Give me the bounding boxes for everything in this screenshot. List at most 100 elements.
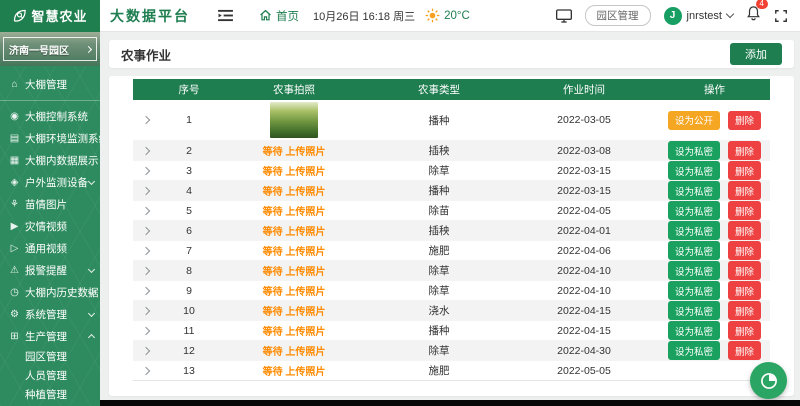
row-expand-toggle[interactable] xyxy=(133,261,159,281)
floating-action-button[interactable] xyxy=(750,362,787,399)
row-expand-toggle[interactable] xyxy=(133,301,159,321)
seedling-icon: ⚘ xyxy=(8,199,21,210)
row-work-type: 施肥 xyxy=(369,361,509,381)
row-photo-cell: 等待 上传照片 xyxy=(219,241,369,261)
table-row: 11等待 上传照片播种2022-04-15设为私密删除 xyxy=(133,321,770,341)
avatar: J xyxy=(664,7,682,25)
row-expand-toggle[interactable] xyxy=(133,281,159,301)
row-photo-cell: 等待 上传照片 xyxy=(219,181,369,201)
set-private-button[interactable]: 设为私密 xyxy=(668,221,720,240)
delete-button[interactable]: 删除 xyxy=(728,261,761,280)
sun-icon xyxy=(425,8,440,23)
sidebar-item[interactable]: ⚠报警提醒 xyxy=(0,259,100,281)
row-work-date: 2022-05-05 xyxy=(509,361,659,381)
park-manage-button[interactable]: 园区管理 xyxy=(585,5,651,26)
delete-button[interactable]: 删除 xyxy=(728,321,761,340)
row-expand-toggle[interactable] xyxy=(133,341,159,361)
farm-photo-thumbnail[interactable] xyxy=(270,102,318,138)
set-private-button[interactable]: 设为私密 xyxy=(668,201,720,220)
set-public-button[interactable]: 设为公开 xyxy=(668,111,720,130)
col-photo: 农事拍照 xyxy=(219,79,369,100)
row-expand-toggle[interactable] xyxy=(133,321,159,341)
delete-button[interactable]: 删除 xyxy=(728,161,761,180)
awaiting-upload-label: 等待 上传照片 xyxy=(263,227,326,238)
delete-button[interactable]: 删除 xyxy=(728,111,761,130)
fullscreen-icon[interactable] xyxy=(774,9,788,23)
sidebar-item[interactable]: ⊞生产管理 xyxy=(0,325,100,347)
set-private-button[interactable]: 设为私密 xyxy=(668,141,720,160)
delete-button[interactable]: 删除 xyxy=(728,181,761,200)
delete-button[interactable]: 删除 xyxy=(728,201,761,220)
awaiting-upload-label: 等待 上传照片 xyxy=(263,347,326,358)
delete-button[interactable]: 删除 xyxy=(728,341,761,360)
leaf-search-icon xyxy=(12,8,27,23)
row-work-date: 2022-04-15 xyxy=(509,301,659,321)
row-actions-cell: 设为私密删除 xyxy=(659,161,770,181)
chevron-right-icon xyxy=(142,306,150,314)
device-icon: ◈ xyxy=(8,177,21,188)
park-selector[interactable]: 济南一号园区 xyxy=(0,32,100,66)
delete-button[interactable]: 删除 xyxy=(728,281,761,300)
sidebar-item[interactable]: ▦大棚内数据展示 xyxy=(0,149,100,171)
add-button[interactable]: 添加 xyxy=(730,43,782,65)
nav-datetime: 10月26日 16:18 周三 xyxy=(313,8,415,24)
row-expand-toggle[interactable] xyxy=(133,100,159,141)
delete-button[interactable]: 删除 xyxy=(728,221,761,240)
awaiting-upload-label: 等待 上传照片 xyxy=(263,367,326,378)
sidebar-item[interactable]: ⌂大棚管理 xyxy=(0,71,100,97)
row-index: 8 xyxy=(159,261,219,281)
sidebar-item-label: 系统管理 xyxy=(25,307,67,322)
sidebar-collapse-icon[interactable] xyxy=(218,9,233,22)
chevron-right-icon xyxy=(142,116,150,124)
sidebar-item[interactable]: ▤大棚环境监测系统 xyxy=(0,127,100,149)
row-work-type: 播种 xyxy=(369,100,509,141)
sidebar-item-label: 灾情视频 xyxy=(25,219,67,234)
row-expand-toggle[interactable] xyxy=(133,201,159,221)
nav-home[interactable]: 首页 xyxy=(259,8,299,24)
row-index: 13 xyxy=(159,361,219,381)
row-expand-toggle[interactable] xyxy=(133,141,159,161)
delete-button[interactable]: 删除 xyxy=(728,241,761,260)
awaiting-upload-label: 等待 上传照片 xyxy=(263,207,326,218)
sidebar-item[interactable]: ◈户外监测设备 xyxy=(0,171,100,193)
sidebar-item[interactable]: ▶灾情视频 xyxy=(0,215,100,237)
set-private-button[interactable]: 设为私密 xyxy=(668,301,720,320)
chevron-right-icon xyxy=(142,166,150,174)
sidebar-item[interactable]: ◷大棚内历史数据 xyxy=(0,281,100,303)
chevron-right-icon xyxy=(142,146,150,154)
set-private-button[interactable]: 设为私密 xyxy=(668,321,720,340)
row-photo-cell: 等待 上传照片 xyxy=(219,341,369,361)
row-expand-toggle[interactable] xyxy=(133,241,159,261)
row-work-type: 除草 xyxy=(369,341,509,361)
row-expand-toggle[interactable] xyxy=(133,221,159,241)
screen-icon[interactable] xyxy=(556,9,572,23)
set-private-button[interactable]: 设为私密 xyxy=(668,181,720,200)
chevron-right-icon xyxy=(142,366,150,374)
row-expand-toggle[interactable] xyxy=(133,361,159,381)
sidebar-subitem[interactable]: 人员管理 xyxy=(0,366,100,385)
sidebar-item[interactable]: ⚘苗情图片 xyxy=(0,193,100,215)
set-private-button[interactable]: 设为私密 xyxy=(668,241,720,260)
row-index: 1 xyxy=(159,100,219,141)
delete-button[interactable]: 删除 xyxy=(728,301,761,320)
notifications-button[interactable]: 4 xyxy=(746,5,761,26)
row-photo-cell xyxy=(219,100,369,141)
user-menu[interactable]: J jnrstest xyxy=(664,7,733,25)
set-private-button[interactable]: 设为私密 xyxy=(668,161,720,180)
set-private-button[interactable]: 设为私密 xyxy=(668,261,720,280)
row-work-type: 播种 xyxy=(369,321,509,341)
row-index: 6 xyxy=(159,221,219,241)
row-expand-toggle[interactable] xyxy=(133,161,159,181)
sidebar-item[interactable]: ◉大棚控制系统 xyxy=(0,105,100,127)
sidebar-subitem[interactable]: 园区管理 xyxy=(0,347,100,366)
set-private-button[interactable]: 设为私密 xyxy=(668,341,720,360)
row-expand-toggle[interactable] xyxy=(133,181,159,201)
row-work-date: 2022-04-30 xyxy=(509,341,659,361)
delete-button[interactable]: 删除 xyxy=(728,141,761,160)
set-private-button[interactable]: 设为私密 xyxy=(668,281,720,300)
row-photo-cell: 等待 上传照片 xyxy=(219,321,369,341)
sidebar-item[interactable]: ⚙系统管理 xyxy=(0,303,100,325)
sidebar-subitem[interactable]: 种植管理 xyxy=(0,385,100,404)
sidebar-item[interactable]: ▷通用视频 xyxy=(0,237,100,259)
row-actions-cell: 设为私密删除 xyxy=(659,181,770,201)
